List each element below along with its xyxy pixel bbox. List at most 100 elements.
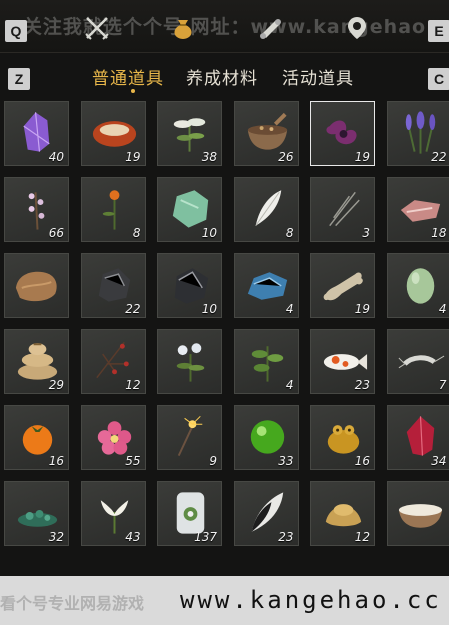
inventory-slot[interactable]	[386, 481, 449, 546]
item-quantity: 23	[354, 378, 370, 392]
item-quantity: 4	[285, 302, 294, 316]
inventory-slot[interactable]: 7	[386, 329, 449, 394]
lavender-plant-icon	[393, 106, 448, 156]
item-quantity: 4	[285, 378, 294, 392]
green-egg-icon	[393, 258, 448, 308]
item-quantity: 26	[278, 150, 294, 164]
watermark-top: 关注我就选个个号 网址：www.kangehao	[22, 16, 427, 38]
inventory-slot[interactable]: 23	[310, 329, 375, 394]
inventory-slot[interactable]: 16	[4, 405, 69, 470]
item-quantity: 12	[125, 378, 141, 392]
inventory-slot[interactable]: 4	[233, 253, 299, 318]
item-quantity: 22	[125, 302, 141, 316]
inventory-slot[interactable]: 9	[157, 405, 222, 470]
white-flower-herb-icon	[163, 334, 218, 384]
inventory-slot[interactable]: 10	[157, 253, 222, 318]
item-quantity: 7	[438, 378, 447, 392]
tab-common-items[interactable]: 普通道具	[92, 64, 164, 89]
inventory-slot[interactable]: 4	[233, 329, 299, 394]
item-quantity: 16	[354, 454, 370, 468]
inventory-slot[interactable]: 19	[310, 253, 375, 318]
inventory-slot[interactable]: 16	[310, 405, 375, 470]
item-quantity: 8	[285, 226, 294, 240]
item-quantity: 38	[201, 150, 217, 164]
milk-bowl-icon	[393, 486, 448, 536]
item-quantity: 34	[431, 454, 447, 468]
item-quantity: 43	[125, 530, 141, 544]
inventory-slot[interactable]: 26	[233, 101, 299, 166]
inventory-slot[interactable]: 43	[80, 481, 146, 546]
active-tab-indicator	[131, 89, 135, 93]
item-quantity: 23	[278, 530, 294, 544]
persimmon-icon	[10, 410, 65, 460]
inventory-slot[interactable]: 3	[310, 177, 375, 242]
inventory-slot[interactable]: 38	[157, 101, 222, 166]
gray-grass-icon	[316, 182, 371, 232]
inventory-slot[interactable]: 33	[233, 405, 299, 470]
black-white-feather-icon	[240, 486, 295, 536]
item-quantity: 3	[362, 226, 370, 240]
inventory-slot[interactable]	[4, 253, 69, 318]
key-e-hint[interactable]: E	[428, 20, 449, 42]
inventory-slot[interactable]: 66	[4, 177, 69, 242]
tab-event-items[interactable]: 活动道具	[282, 64, 354, 89]
inventory-slot[interactable]	[157, 329, 222, 394]
watermark-bottom: 看个号专业网易游戏 www.kangehao.cc	[0, 576, 449, 625]
item-quantity: 55	[125, 454, 141, 468]
item-quantity: 66	[48, 226, 64, 240]
inventory-slot[interactable]: 137	[157, 481, 222, 546]
inventory-slot[interactable]: 32	[4, 481, 69, 546]
inventory-slot[interactable]: 8	[80, 177, 146, 242]
scroll-icon[interactable]	[257, 14, 285, 42]
inventory-slot[interactable]: 19	[80, 101, 146, 166]
tab-upgrade-materials[interactable]: 养成材料	[186, 64, 258, 89]
purple-flower-icon	[316, 106, 371, 156]
pink-flower-icon	[87, 410, 142, 460]
inventory-slot[interactable]: 12	[310, 481, 375, 546]
bone-icon	[316, 258, 371, 308]
fur-pelt-icon	[10, 258, 65, 308]
koi-fish-icon	[316, 334, 371, 384]
item-quantity: 19	[354, 302, 370, 316]
jade-stone-icon	[163, 182, 218, 232]
item-quantity: 8	[132, 226, 141, 240]
pouch-icon[interactable]	[169, 14, 197, 42]
inventory-slot[interactable]: 4	[386, 253, 449, 318]
gold-toad-icon	[316, 410, 371, 460]
inventory-slot[interactable]: 23	[233, 481, 299, 546]
inventory-slot[interactable]: 34	[386, 405, 449, 470]
item-quantity: 18	[431, 226, 447, 240]
orange-flower-icon	[87, 182, 142, 232]
item-quantity: 33	[278, 454, 294, 468]
inventory-slot[interactable]: 10	[157, 177, 222, 242]
white-feather-icon	[240, 182, 295, 232]
inventory-slot[interactable]: 18	[386, 177, 449, 242]
item-quantity: 10	[201, 302, 217, 316]
red-crystal-icon	[393, 410, 448, 460]
inventory-slot[interactable]: 19	[310, 101, 375, 166]
key-q-hint[interactable]: Q	[5, 20, 27, 42]
category-tabs: 普通道具 养成材料 活动道具	[0, 64, 449, 94]
inventory-slot[interactable]: 22	[386, 101, 449, 166]
map-marker-icon[interactable]	[343, 14, 371, 42]
inventory-slot[interactable]: 55	[80, 405, 146, 470]
watermark-bottom-cn: 看个号专业网易游戏	[0, 594, 145, 613]
item-quantity: 22	[431, 150, 447, 164]
inventory-slot[interactable]: 29	[4, 329, 69, 394]
gold-ingot-icon	[316, 486, 371, 536]
purple-crystal-icon	[10, 106, 65, 156]
raw-meat-icon	[393, 182, 448, 232]
inventory-slot[interactable]: 12	[80, 329, 146, 394]
item-quantity: 12	[354, 530, 370, 544]
inventory-slot[interactable]: 8	[233, 177, 299, 242]
inventory-slot[interactable]: 40	[4, 101, 69, 166]
item-quantity: 40	[48, 150, 64, 164]
watermark-bottom-url: www.kangehao.cc	[180, 586, 442, 614]
item-quantity: 16	[48, 454, 64, 468]
crossed-swords-icon[interactable]	[83, 14, 111, 42]
flower-jar-icon	[163, 486, 218, 536]
green-orb-icon	[240, 410, 295, 460]
inventory-slot[interactable]: 22	[80, 253, 146, 318]
red-agate-stone-icon	[87, 106, 142, 156]
item-quantity: 137	[194, 530, 217, 544]
